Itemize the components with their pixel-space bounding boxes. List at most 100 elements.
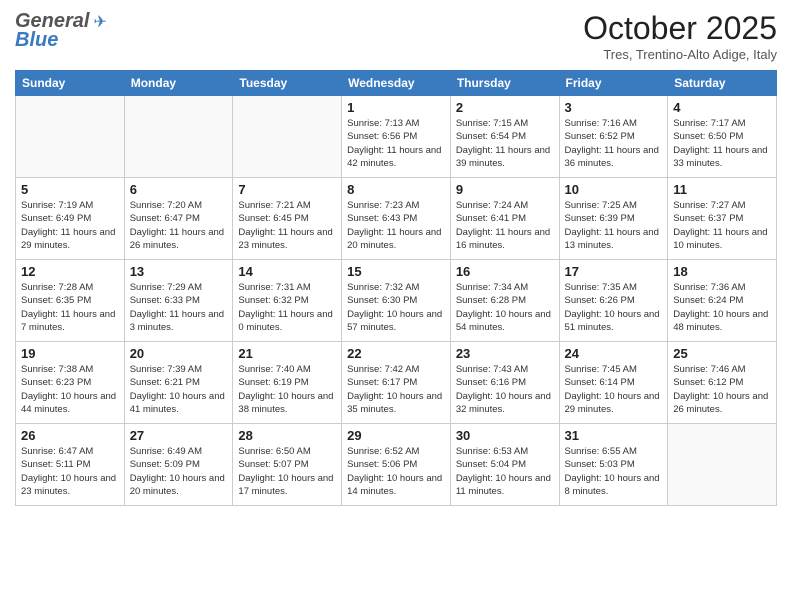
table-row: 10 Sunrise: 7:25 AM Sunset: 6:39 PM Dayli…	[559, 178, 668, 260]
day-number: 10	[565, 182, 663, 197]
col-friday: Friday	[559, 71, 668, 96]
title-section: October 2025 Tres, Trentino-Alto Adige, …	[583, 10, 777, 62]
day-info: Sunrise: 7:13 AM Sunset: 6:56 PM Dayligh…	[347, 117, 445, 170]
day-info: Sunrise: 7:27 AM Sunset: 6:37 PM Dayligh…	[673, 199, 771, 252]
day-number: 3	[565, 100, 663, 115]
day-number: 20	[130, 346, 228, 361]
day-number: 31	[565, 428, 663, 443]
day-info: Sunrise: 7:43 AM Sunset: 6:16 PM Dayligh…	[456, 363, 554, 416]
day-number: 22	[347, 346, 445, 361]
day-info: Sunrise: 7:25 AM Sunset: 6:39 PM Dayligh…	[565, 199, 663, 252]
day-info: Sunrise: 7:36 AM Sunset: 6:24 PM Dayligh…	[673, 281, 771, 334]
day-number: 16	[456, 264, 554, 279]
day-number: 2	[456, 100, 554, 115]
table-row: 24Sunrise: 7:45 AM Sunset: 6:14 PM Dayli…	[559, 342, 668, 424]
table-row: 7Sunrise: 7:21 AM Sunset: 6:45 PM Daylig…	[233, 178, 342, 260]
day-number: 27	[130, 428, 228, 443]
day-info: Sunrise: 7:19 AM Sunset: 6:49 PM Dayligh…	[21, 199, 119, 252]
day-number: 12	[21, 264, 119, 279]
table-row: 30 Sunrise: 6:53 AM Sunset: 5:04 PM Dayli…	[450, 424, 559, 506]
table-row: 4 Sunrise: 7:17 AM Sunset: 6:50 PM Daylig…	[668, 96, 777, 178]
table-row: 5 Sunrise: 7:19 AM Sunset: 6:49 PM Daylig…	[16, 178, 125, 260]
table-row: 29 Sunrise: 6:52 AM Sunset: 5:06 PM Dayli…	[342, 424, 451, 506]
table-row: 28Sunrise: 6:50 AM Sunset: 5:07 PM Dayli…	[233, 424, 342, 506]
calendar-week-row: 26 Sunrise: 6:47 AM Sunset: 5:11 PM Dayli…	[16, 424, 777, 506]
col-wednesday: Wednesday	[342, 71, 451, 96]
col-sunday: Sunday	[16, 71, 125, 96]
col-thursday: Thursday	[450, 71, 559, 96]
table-row: 8 Sunrise: 7:23 AM Sunset: 6:43 PM Daylig…	[342, 178, 451, 260]
location: Tres, Trentino-Alto Adige, Italy	[583, 47, 777, 62]
day-number: 8	[347, 182, 445, 197]
table-row: 6 Sunrise: 7:20 AM Sunset: 6:47 PM Daylig…	[124, 178, 233, 260]
day-number: 23	[456, 346, 554, 361]
day-number: 19	[21, 346, 119, 361]
day-number: 4	[673, 100, 771, 115]
table-row	[124, 96, 233, 178]
day-info: Sunrise: 7:15 AM Sunset: 6:54 PM Dayligh…	[456, 117, 554, 170]
table-row: 1 Sunrise: 7:13 AM Sunset: 6:56 PM Daylig…	[342, 96, 451, 178]
header: General ✈ Blue October 2025 Tres, Trenti…	[15, 10, 777, 62]
day-info: Sunrise: 7:28 AM Sunset: 6:35 PM Dayligh…	[21, 281, 119, 334]
table-row: 25Sunrise: 7:46 AM Sunset: 6:12 PM Dayli…	[668, 342, 777, 424]
calendar-week-row: 12 Sunrise: 7:28 AM Sunset: 6:35 PM Dayli…	[16, 260, 777, 342]
day-info: Sunrise: 7:32 AM Sunset: 6:30 PM Dayligh…	[347, 281, 445, 334]
day-number: 17	[565, 264, 663, 279]
day-info: Sunrise: 6:52 AM Sunset: 5:06 PM Dayligh…	[347, 445, 445, 498]
col-saturday: Saturday	[668, 71, 777, 96]
calendar-table: Sunday Monday Tuesday Wednesday Thursday…	[15, 70, 777, 506]
day-info: Sunrise: 6:55 AM Sunset: 5:03 PM Dayligh…	[565, 445, 663, 498]
day-number: 1	[347, 100, 445, 115]
logo-blue-text: Blue	[15, 29, 58, 52]
table-row	[233, 96, 342, 178]
month-title: October 2025	[583, 10, 777, 47]
table-row	[16, 96, 125, 178]
day-info: Sunrise: 7:31 AM Sunset: 6:32 PM Dayligh…	[238, 281, 336, 334]
day-number: 6	[130, 182, 228, 197]
day-number: 11	[673, 182, 771, 197]
day-number: 18	[673, 264, 771, 279]
day-number: 30	[456, 428, 554, 443]
table-row: 14Sunrise: 7:31 AM Sunset: 6:32 PM Dayli…	[233, 260, 342, 342]
table-row: 21Sunrise: 7:40 AM Sunset: 6:19 PM Dayli…	[233, 342, 342, 424]
calendar-week-row: 19Sunrise: 7:38 AM Sunset: 6:23 PM Dayli…	[16, 342, 777, 424]
table-row: 22 Sunrise: 7:42 AM Sunset: 6:17 PM Dayli…	[342, 342, 451, 424]
day-info: Sunrise: 7:17 AM Sunset: 6:50 PM Dayligh…	[673, 117, 771, 170]
table-row: 19Sunrise: 7:38 AM Sunset: 6:23 PM Dayli…	[16, 342, 125, 424]
table-row: 11 Sunrise: 7:27 AM Sunset: 6:37 PM Dayli…	[668, 178, 777, 260]
calendar-week-row: 5 Sunrise: 7:19 AM Sunset: 6:49 PM Daylig…	[16, 178, 777, 260]
day-info: Sunrise: 6:49 AM Sunset: 5:09 PM Dayligh…	[130, 445, 228, 498]
day-number: 26	[21, 428, 119, 443]
table-row: 31 Sunrise: 6:55 AM Sunset: 5:03 PM Dayli…	[559, 424, 668, 506]
col-tuesday: Tuesday	[233, 71, 342, 96]
day-info: Sunrise: 7:29 AM Sunset: 6:33 PM Dayligh…	[130, 281, 228, 334]
table-row: 13 Sunrise: 7:29 AM Sunset: 6:33 PM Dayli…	[124, 260, 233, 342]
day-info: Sunrise: 7:24 AM Sunset: 6:41 PM Dayligh…	[456, 199, 554, 252]
table-row: 9 Sunrise: 7:24 AM Sunset: 6:41 PM Daylig…	[450, 178, 559, 260]
table-row: 20 Sunrise: 7:39 AM Sunset: 6:21 PM Dayli…	[124, 342, 233, 424]
day-info: Sunrise: 7:42 AM Sunset: 6:17 PM Dayligh…	[347, 363, 445, 416]
day-number: 5	[21, 182, 119, 197]
day-info: Sunrise: 7:34 AM Sunset: 6:28 PM Dayligh…	[456, 281, 554, 334]
day-number: 9	[456, 182, 554, 197]
day-info: Sunrise: 7:45 AM Sunset: 6:14 PM Dayligh…	[565, 363, 663, 416]
table-row: 17Sunrise: 7:35 AM Sunset: 6:26 PM Dayli…	[559, 260, 668, 342]
day-number: 29	[347, 428, 445, 443]
col-monday: Monday	[124, 71, 233, 96]
day-number: 13	[130, 264, 228, 279]
header-row: Sunday Monday Tuesday Wednesday Thursday…	[16, 71, 777, 96]
table-row: 12 Sunrise: 7:28 AM Sunset: 6:35 PM Dayli…	[16, 260, 125, 342]
day-info: Sunrise: 7:20 AM Sunset: 6:47 PM Dayligh…	[130, 199, 228, 252]
page-container: General ✈ Blue October 2025 Tres, Trenti…	[0, 0, 792, 516]
day-info: Sunrise: 6:53 AM Sunset: 5:04 PM Dayligh…	[456, 445, 554, 498]
day-info: Sunrise: 7:16 AM Sunset: 6:52 PM Dayligh…	[565, 117, 663, 170]
table-row	[668, 424, 777, 506]
day-info: Sunrise: 6:47 AM Sunset: 5:11 PM Dayligh…	[21, 445, 119, 498]
day-info: Sunrise: 7:46 AM Sunset: 6:12 PM Dayligh…	[673, 363, 771, 416]
table-row: 26 Sunrise: 6:47 AM Sunset: 5:11 PM Dayli…	[16, 424, 125, 506]
day-info: Sunrise: 7:23 AM Sunset: 6:43 PM Dayligh…	[347, 199, 445, 252]
logo: General ✈ Blue	[15, 10, 107, 52]
day-info: Sunrise: 6:50 AM Sunset: 5:07 PM Dayligh…	[238, 445, 336, 498]
day-info: Sunrise: 7:39 AM Sunset: 6:21 PM Dayligh…	[130, 363, 228, 416]
table-row: 2 Sunrise: 7:15 AM Sunset: 6:54 PM Daylig…	[450, 96, 559, 178]
